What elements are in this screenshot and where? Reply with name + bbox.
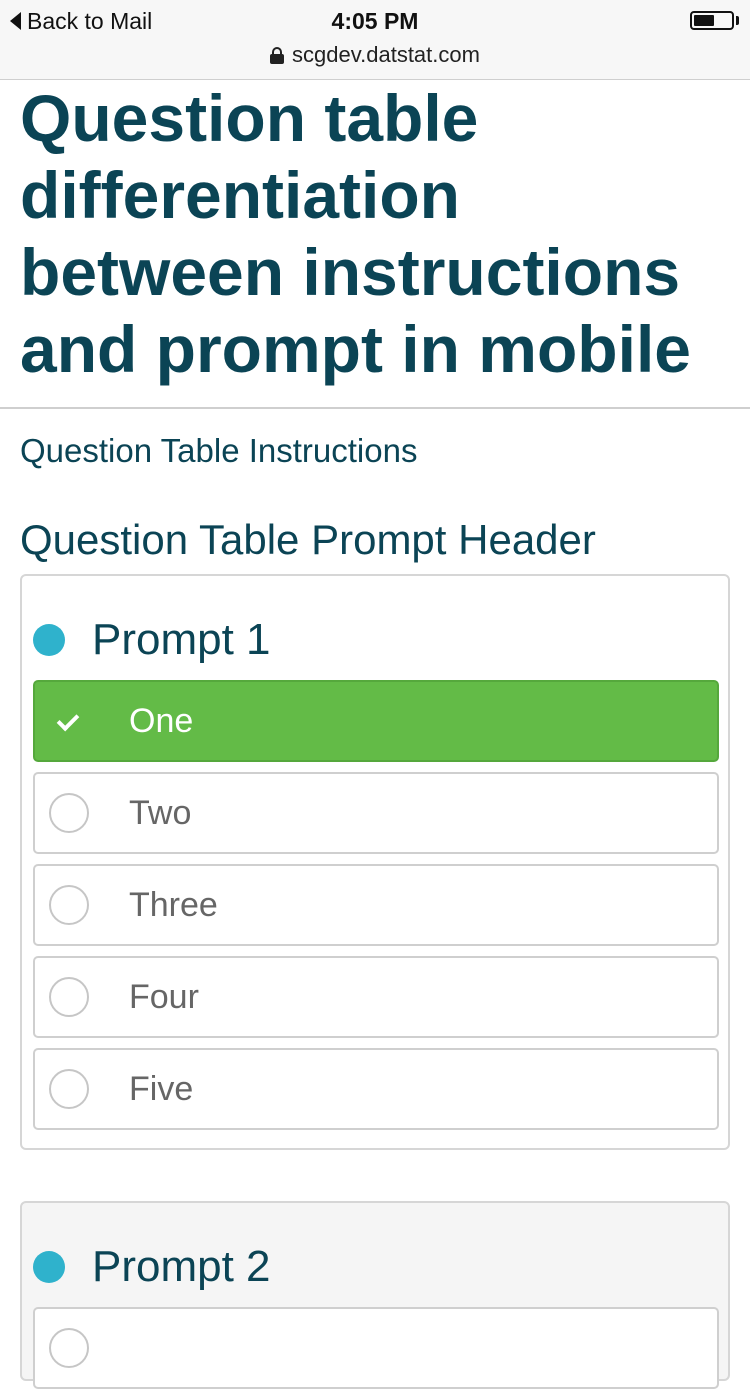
option-four[interactable]: Four: [33, 956, 719, 1038]
checkmark-icon: [49, 701, 89, 741]
battery-icon: [690, 11, 734, 30]
radio-button[interactable]: [49, 885, 89, 925]
option-label: Two: [129, 793, 192, 832]
address-bar[interactable]: scgdev.datstat.com: [0, 40, 750, 70]
option-label: Three: [129, 885, 218, 924]
option-label: Five: [129, 1069, 194, 1108]
status-time: 4:05 PM: [331, 8, 419, 34]
lock-icon: [270, 47, 285, 64]
option-label: One: [129, 701, 194, 740]
option-partial[interactable]: [33, 1307, 719, 1389]
prompt-card-2: Prompt 2: [20, 1201, 730, 1389]
radio-button[interactable]: [49, 1328, 89, 1368]
option-label: Four: [129, 977, 199, 1016]
url-text: scgdev.datstat.com: [292, 42, 480, 67]
prompt-label: Prompt 2: [92, 1242, 271, 1291]
battery-cap: [736, 16, 739, 25]
prompt-bullet-icon: [33, 1251, 65, 1283]
prompt-label: Prompt 1: [92, 615, 271, 664]
question-table-prompt-header: Question Table Prompt Header: [20, 516, 596, 563]
option-three[interactable]: Three: [33, 864, 719, 946]
radio-button[interactable]: [49, 1069, 89, 1109]
page-title: Question table differentiation between i…: [20, 81, 691, 386]
title-divider: [0, 407, 750, 409]
option-two[interactable]: Two: [33, 772, 719, 854]
battery-level: [694, 15, 714, 26]
prompt-bullet-icon: [33, 624, 65, 656]
option-five[interactable]: Five: [33, 1048, 719, 1130]
radio-button[interactable]: [49, 793, 89, 833]
option-one[interactable]: One: [33, 680, 719, 762]
browser-status-bar: Back to Mail 4:05 PM scgdev.datstat.com: [0, 0, 750, 80]
prompt-title-row: Prompt 2: [22, 1237, 728, 1297]
question-table-instructions: Question Table Instructions: [20, 432, 418, 469]
radio-button[interactable]: [49, 977, 89, 1017]
prompt-card-1: Prompt 1 One Two Three Four Five: [20, 574, 730, 1150]
prompt-title-row: Prompt 1: [22, 610, 728, 670]
